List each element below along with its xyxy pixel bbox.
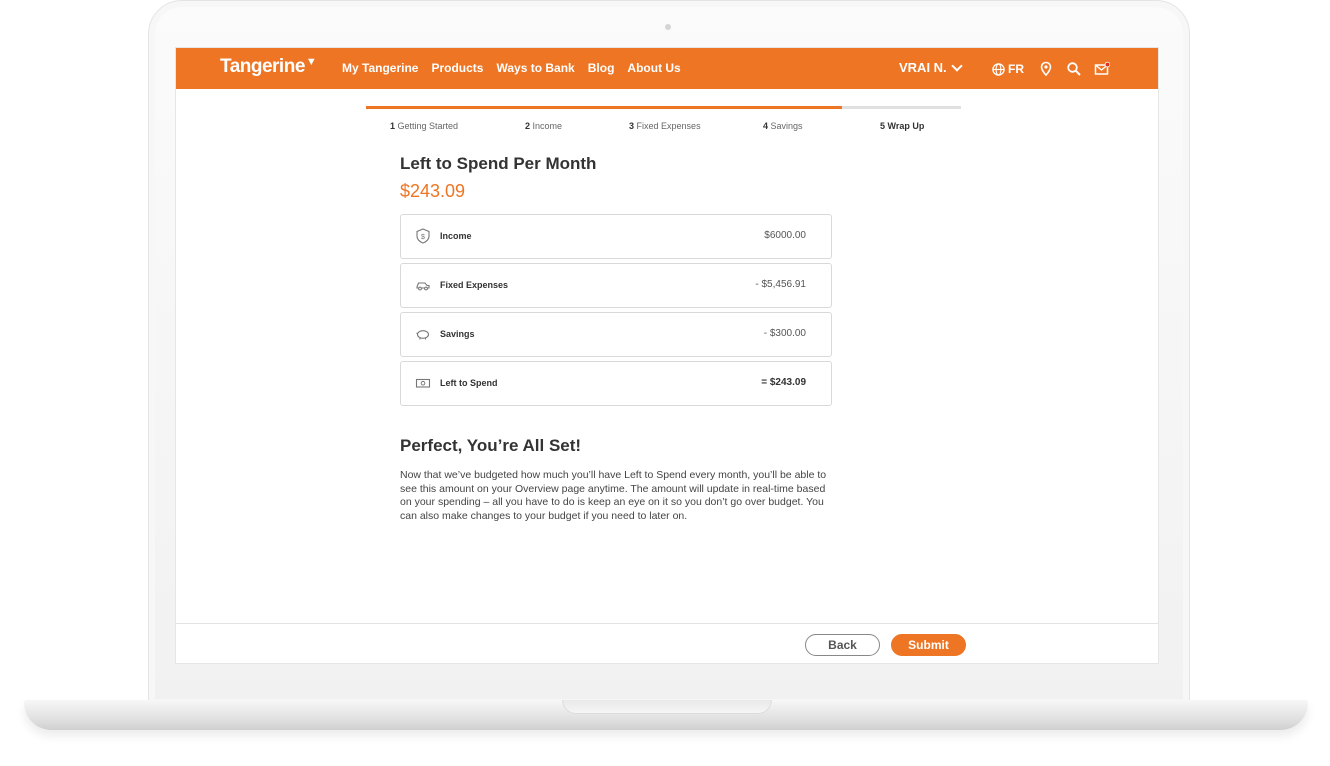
tangerine-logo[interactable]: Tangerine▼ xyxy=(220,56,317,78)
row-label: Left to Spend xyxy=(440,378,498,388)
wrapup-title: Perfect, You’re All Set! xyxy=(400,436,582,455)
page-title: Left to Spend Per Month xyxy=(400,154,597,173)
user-menu[interactable]: VRAI N. xyxy=(899,59,963,75)
step-wrap-up: 5 Wrap Up xyxy=(880,121,925,131)
mail-icon[interactable] xyxy=(1094,61,1110,77)
chevron-down-icon xyxy=(951,59,963,72)
piggy-bank-icon xyxy=(416,330,430,340)
screen: Tangerine▼ My Tangerine Products Ways to… xyxy=(175,47,1159,664)
language-toggle[interactable]: FR xyxy=(992,62,1024,76)
row-label: Savings xyxy=(440,329,475,339)
language-label: FR xyxy=(1008,62,1024,76)
fixed-expenses-row: Fixed Expenses - $5,456.91 xyxy=(400,263,832,308)
step-getting-started: 1 Getting Started xyxy=(390,121,459,131)
camera-icon xyxy=(665,24,671,30)
row-value: = $243.09 xyxy=(761,377,806,388)
step-income: 2 Income xyxy=(525,121,563,131)
top-nav-bar: Tangerine▼ My Tangerine Products Ways to… xyxy=(176,48,1158,89)
step-savings: 4 Savings xyxy=(763,121,803,131)
car-icon xyxy=(416,282,430,291)
row-value: - $5,456.91 xyxy=(755,279,806,290)
user-name: VRAI N. xyxy=(899,60,947,75)
row-label: Income xyxy=(440,231,472,241)
cash-icon xyxy=(415,378,431,388)
savings-row: Savings - $300.00 xyxy=(400,312,832,357)
row-value: $6000.00 xyxy=(764,230,806,241)
main-nav: My Tangerine Products Ways to Bank Blog … xyxy=(342,61,681,75)
nav-about-us[interactable]: About Us xyxy=(627,61,680,75)
svg-text:$: $ xyxy=(421,234,425,241)
laptop-notch xyxy=(562,700,772,714)
progress-fill xyxy=(366,106,842,109)
left-to-spend-row: Left to Spend = $243.09 xyxy=(400,361,832,406)
row-value: - $300.00 xyxy=(763,328,806,339)
nav-ways-to-bank[interactable]: Ways to Bank xyxy=(496,61,574,75)
nav-products[interactable]: Products xyxy=(431,61,483,75)
dollar-shield-icon: $ xyxy=(416,228,430,244)
nav-my-tangerine[interactable]: My Tangerine xyxy=(342,61,418,75)
submit-button[interactable]: Submit xyxy=(891,634,966,656)
step-fixed-expenses: 3 Fixed Expenses xyxy=(629,121,701,131)
globe-icon xyxy=(992,62,1005,76)
search-icon[interactable] xyxy=(1066,61,1082,77)
wrapup-text: Now that we’ve budgeted how much you’ll … xyxy=(400,469,827,522)
footer-divider xyxy=(176,623,1158,624)
progress-track xyxy=(366,106,961,109)
row-label: Fixed Expenses xyxy=(440,280,509,290)
back-button[interactable]: Back xyxy=(805,634,880,656)
left-to-spend-amount: $243.09 xyxy=(400,181,466,201)
income-row: $ Income $6000.00 xyxy=(400,214,832,259)
location-pin-icon[interactable] xyxy=(1038,61,1054,77)
nav-blog[interactable]: Blog xyxy=(588,61,615,75)
